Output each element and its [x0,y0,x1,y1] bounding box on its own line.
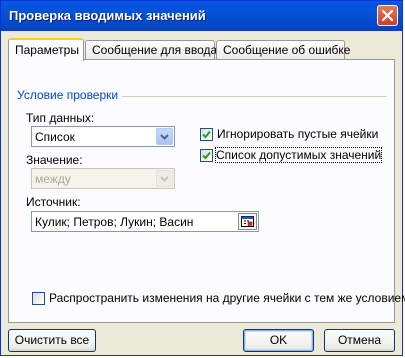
title-bar[interactable]: Проверка вводимых значений [1,1,402,31]
dialog-window: Проверка вводимых значений Параметры Соо… [0,0,405,356]
check-icon [202,130,211,139]
ok-button[interactable]: OK [243,329,314,352]
close-icon [382,10,393,21]
window-title: Проверка вводимых значений [9,8,206,23]
data-type-dropdown-button[interactable] [156,128,173,145]
ignore-blank-checkbox[interactable] [200,128,213,141]
range-select-button[interactable] [238,213,257,230]
in-cell-dropdown-label[interactable]: Список допустимых значений [214,147,383,163]
clear-all-button[interactable]: Очистить все [8,329,96,352]
data-type-value: Список [35,130,75,144]
range-select-icon [241,216,254,227]
data-type-label: Тип данных: [26,111,95,125]
tab-input-message[interactable]: Сообщение для ввода [85,40,217,59]
apply-to-all-label[interactable]: Распространить изменения на другие ячейк… [49,291,405,305]
tab-error-alert[interactable]: Сообщение об ошибке [216,40,350,59]
source-label: Источник: [26,195,81,209]
value-select-value: между [35,172,71,186]
in-cell-dropdown-checkbox[interactable] [200,149,213,162]
chevron-down-icon [160,134,169,140]
data-type-select[interactable]: Список [31,126,175,147]
check-icon [202,151,211,160]
cancel-button[interactable]: Отмена [324,329,395,352]
ignore-blank-label[interactable]: Игнорировать пустые ячейки [217,127,378,141]
apply-to-all-checkbox[interactable] [32,292,45,305]
settings-panel: Условие проверки Тип данных: Список Знач… [8,59,405,323]
value-select: между [31,168,175,189]
source-value: Кулик; Петров; Лукин; Васин [35,215,194,229]
value-dropdown-button [156,170,173,187]
validation-criteria-label: Условие проверки [17,88,123,102]
close-button[interactable] [377,5,398,26]
value-label: Значение: [26,153,83,167]
source-input[interactable]: Кулик; Петров; Лукин; Васин [31,211,259,232]
chevron-down-icon [160,176,169,182]
tab-parameters[interactable]: Параметры [8,38,84,61]
